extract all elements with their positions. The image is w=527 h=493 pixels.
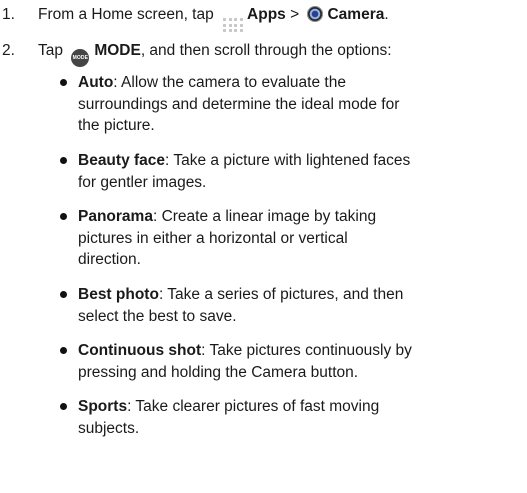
mode-desc-line: the picture. <box>78 117 155 135</box>
menu-separator: > <box>290 6 300 23</box>
mode-desc-line: subjects. <box>78 419 140 437</box>
step-text: Tap MODE MODE, and then scroll through th… <box>38 40 523 67</box>
bullet-icon <box>60 78 67 86</box>
apps-grid-icon <box>223 18 243 33</box>
mode-desc-line: direction. <box>78 251 141 269</box>
mode-desc-line: : Allow the camera to evaluate the <box>113 74 346 91</box>
step-2-end: , and then scroll through the options: <box>140 42 392 59</box>
list-item-text: Panorama: Create a linear image by takin… <box>78 206 521 271</box>
step-2-intro: Tap <box>38 42 63 59</box>
mode-desc-line: pressing and holding the Camera button. <box>78 363 359 381</box>
step-number: 1. <box>2 6 15 23</box>
mode-desc-line: : Take a series of pictures, and then <box>158 286 404 303</box>
mode-desc-line: : Create a linear image by taking <box>152 208 377 225</box>
bullet-icon <box>60 212 67 220</box>
mode-desc-line: for gentler images. <box>78 173 207 191</box>
list-item-text: Auto: Allow the camera to evaluate the s… <box>78 72 521 137</box>
list-item-text: Sports: Take clearer pictures of fast mo… <box>78 396 521 439</box>
camera-app-icon <box>307 6 324 22</box>
camera-modes-instructions: 1. From a Home screen, tap Apps > Camera… <box>0 0 527 493</box>
mode-desc-line: : Take pictures continuously by <box>201 342 412 359</box>
apps-label: Apps <box>247 6 286 23</box>
list-item-text: Beauty face: Take a picture with lighten… <box>78 150 521 193</box>
mode-name: Best photo <box>78 286 159 303</box>
list-item-text: Continuous shot: Take pictures continuou… <box>78 340 521 383</box>
bullet-icon <box>60 290 67 298</box>
mode-button-icon: MODE <box>71 49 90 67</box>
mode-name: Panorama <box>78 208 153 225</box>
mode-name: Continuous shot <box>78 342 202 359</box>
mode-name: Beauty face <box>78 152 166 169</box>
mode-name: Auto <box>78 74 114 91</box>
mode-desc-line: : Take a picture with lightened faces <box>165 152 411 169</box>
mode-desc-line: : Take clearer pictures of fast moving <box>127 398 380 415</box>
mode-label: MODE <box>94 42 141 59</box>
step-text: From a Home screen, tap Apps > Camera. <box>38 4 523 33</box>
bullet-icon <box>60 156 67 164</box>
step-number: 2. <box>2 42 15 59</box>
step-1-intro: From a Home screen, tap <box>38 6 214 23</box>
bullet-icon <box>60 346 67 354</box>
camera-label: Camera <box>327 6 385 23</box>
list-item-text: Best photo: Take a series of pictures, a… <box>78 284 521 327</box>
step-1-end: . <box>384 6 389 23</box>
mode-name: Sports <box>78 398 128 415</box>
bullet-icon <box>60 402 67 410</box>
mode-desc-line: select the best to save. <box>78 307 237 325</box>
mode-desc-line: pictures in either a horizontal or verti… <box>78 229 348 247</box>
mode-desc-line: surroundings and determine the ideal mod… <box>78 95 400 113</box>
